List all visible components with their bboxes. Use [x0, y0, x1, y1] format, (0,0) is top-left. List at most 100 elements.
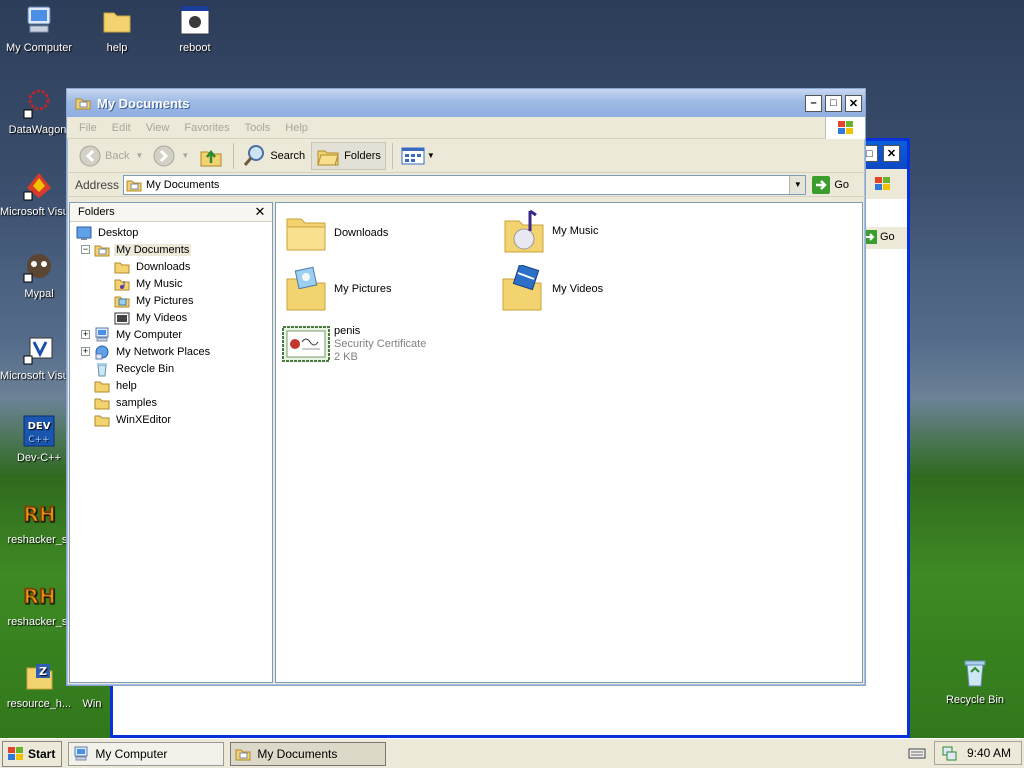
recycle-bin-icon: [958, 656, 992, 690]
window-title: My Documents: [97, 95, 190, 111]
file-item-label: Downloads: [334, 227, 389, 239]
tree-item-label: Downloads: [136, 260, 191, 273]
collapse-toggle[interactable]: −: [81, 245, 90, 254]
network-status-icon[interactable]: [941, 745, 957, 761]
folder-icon: [94, 415, 110, 426]
svg-text:C++: C++: [28, 435, 49, 445]
desktop-icon-reboot[interactable]: reboot: [156, 4, 234, 54]
clock[interactable]: 9:40 AM: [967, 746, 1011, 760]
tree-item-label: samples: [116, 396, 157, 409]
expand-toggle[interactable]: +: [81, 330, 90, 339]
menu-view[interactable]: View: [146, 122, 170, 134]
reshacker-icon: RH: [22, 578, 56, 612]
file-item-certificate[interactable]: penis Security Certificate 2 KB: [282, 325, 426, 364]
tree-item-samples[interactable]: samples: [70, 394, 272, 411]
computer-icon: [74, 746, 88, 760]
search-icon: [244, 144, 265, 166]
taskbar: Start My Computer My Documents 9:40 AM: [0, 738, 1024, 768]
file-item-my-pictures[interactable]: My Pictures: [284, 265, 391, 313]
window-titlebar[interactable]: My Documents – □ ✕: [67, 89, 865, 117]
my-documents-folder-icon: [235, 749, 251, 760]
file-item-downloads[interactable]: Downloads: [284, 213, 388, 253]
menu-tools[interactable]: Tools: [245, 122, 271, 134]
views-button[interactable]: ▼: [397, 142, 439, 170]
tree-item-my-music[interactable]: My Music: [70, 275, 272, 292]
taskbar-button-label: My Computer: [95, 746, 168, 761]
go-label: Go: [880, 231, 895, 243]
menu-bar: File Edit View Favorites Tools Help: [67, 117, 865, 139]
search-button[interactable]: Search: [238, 142, 309, 170]
dev-cpp-icon: DEV C++: [22, 414, 56, 448]
address-field[interactable]: My Documents ▼: [123, 174, 807, 195]
address-dropdown-button[interactable]: ▼: [789, 175, 806, 194]
desktop-icon-label: Win: [82, 698, 102, 710]
file-type-label: Security Certificate: [334, 338, 427, 350]
close-button[interactable]: ✕: [845, 94, 862, 112]
tree-item-help[interactable]: help: [70, 377, 272, 394]
menu-edit[interactable]: Edit: [112, 122, 131, 134]
tree-item-desktop[interactable]: Desktop: [70, 224, 272, 241]
tree-item-my-network-places[interactable]: + My Network Places: [70, 343, 272, 360]
tree-item-my-pictures[interactable]: My Pictures: [70, 292, 272, 309]
tree-item-winxeditor[interactable]: WinXEditor: [70, 411, 272, 428]
go-button[interactable]: Go: [812, 175, 849, 194]
tree-item-downloads[interactable]: Downloads: [70, 258, 272, 275]
pictures-folder-icon: [114, 296, 130, 307]
taskbar-button-my-documents[interactable]: My Documents: [230, 741, 387, 766]
windows-logo-icon: [873, 175, 907, 196]
desktop-icon-label: resource_h...: [6, 698, 72, 710]
tree-item-my-videos[interactable]: My Videos: [70, 309, 272, 326]
file-item-label: penis: [334, 325, 361, 337]
menu-file[interactable]: File: [79, 122, 97, 134]
menu-help[interactable]: Help: [285, 122, 308, 134]
background-window-toolbar: [861, 169, 907, 199]
close-icon[interactable]: ✕: [252, 204, 268, 220]
taskbar-button-my-computer[interactable]: My Computer: [68, 741, 225, 766]
tree-item-label: My Videos: [136, 311, 188, 324]
tree-item-my-documents[interactable]: − My Documents: [70, 241, 272, 258]
close-button[interactable]: ✕: [883, 145, 900, 162]
start-label: Start: [28, 746, 56, 761]
file-item-label: My Videos: [552, 283, 604, 295]
forward-arrow-icon: [153, 145, 175, 166]
tree-item-label: My Network Places: [116, 345, 211, 358]
tree-item-recycle-bin[interactable]: Recycle Bin: [70, 360, 272, 377]
svg-text:RH: RH: [23, 502, 55, 526]
maximize-button[interactable]: □: [825, 94, 842, 112]
content-pane: Downloads My Music My Pictures My Videos…: [275, 202, 863, 683]
chevron-down-icon: ▼: [426, 151, 435, 160]
file-item-my-videos[interactable]: My Videos: [500, 265, 603, 313]
my-documents-window[interactable]: My Documents – □ ✕ File Edit View Favori…: [66, 88, 866, 686]
menu-favorites[interactable]: Favorites: [184, 122, 229, 134]
recycle-bin-icon: [97, 362, 107, 376]
my-documents-folder-icon: [126, 180, 142, 191]
desktop-icon: [76, 226, 92, 240]
notification-area: 9:40 AM: [933, 741, 1022, 765]
desktop-icon-recycle-bin[interactable]: Recycle Bin: [936, 656, 1014, 706]
folders-button[interactable]: Folders: [311, 141, 386, 170]
computer-icon: [95, 327, 109, 341]
standard-toolbar: Back ▼ ▼ Search Folders ▼: [67, 139, 865, 173]
keyboard-icon[interactable]: [908, 746, 926, 760]
minimize-button[interactable]: –: [805, 94, 822, 112]
file-item-label: My Music: [552, 225, 599, 237]
up-folder-button[interactable]: [195, 142, 227, 170]
windows-logo-icon: [8, 746, 23, 760]
system-tray: 9:40 AM: [908, 741, 1022, 765]
desktop-icon-help[interactable]: help: [78, 4, 156, 54]
pictures-folder-icon: [286, 266, 326, 311]
desktop-icon-my-computer[interactable]: My Computer: [0, 4, 78, 54]
expand-toggle[interactable]: +: [81, 347, 90, 356]
folders-icon: [317, 150, 339, 165]
forward-button[interactable]: ▼: [149, 142, 193, 170]
desktop-icon-label: reboot: [179, 42, 211, 54]
back-button[interactable]: Back ▼: [75, 142, 147, 170]
background-go-button[interactable]: Go: [861, 227, 907, 249]
tree-item-my-computer[interactable]: + My Computer: [70, 326, 272, 343]
folders-label: Folders: [344, 149, 381, 162]
file-size-label: 2 KB: [334, 351, 358, 363]
file-item-my-music[interactable]: My Music: [502, 207, 598, 255]
datawagon-icon: [22, 86, 56, 120]
start-button[interactable]: Start: [2, 740, 63, 767]
archive-icon: Z: [22, 660, 56, 694]
